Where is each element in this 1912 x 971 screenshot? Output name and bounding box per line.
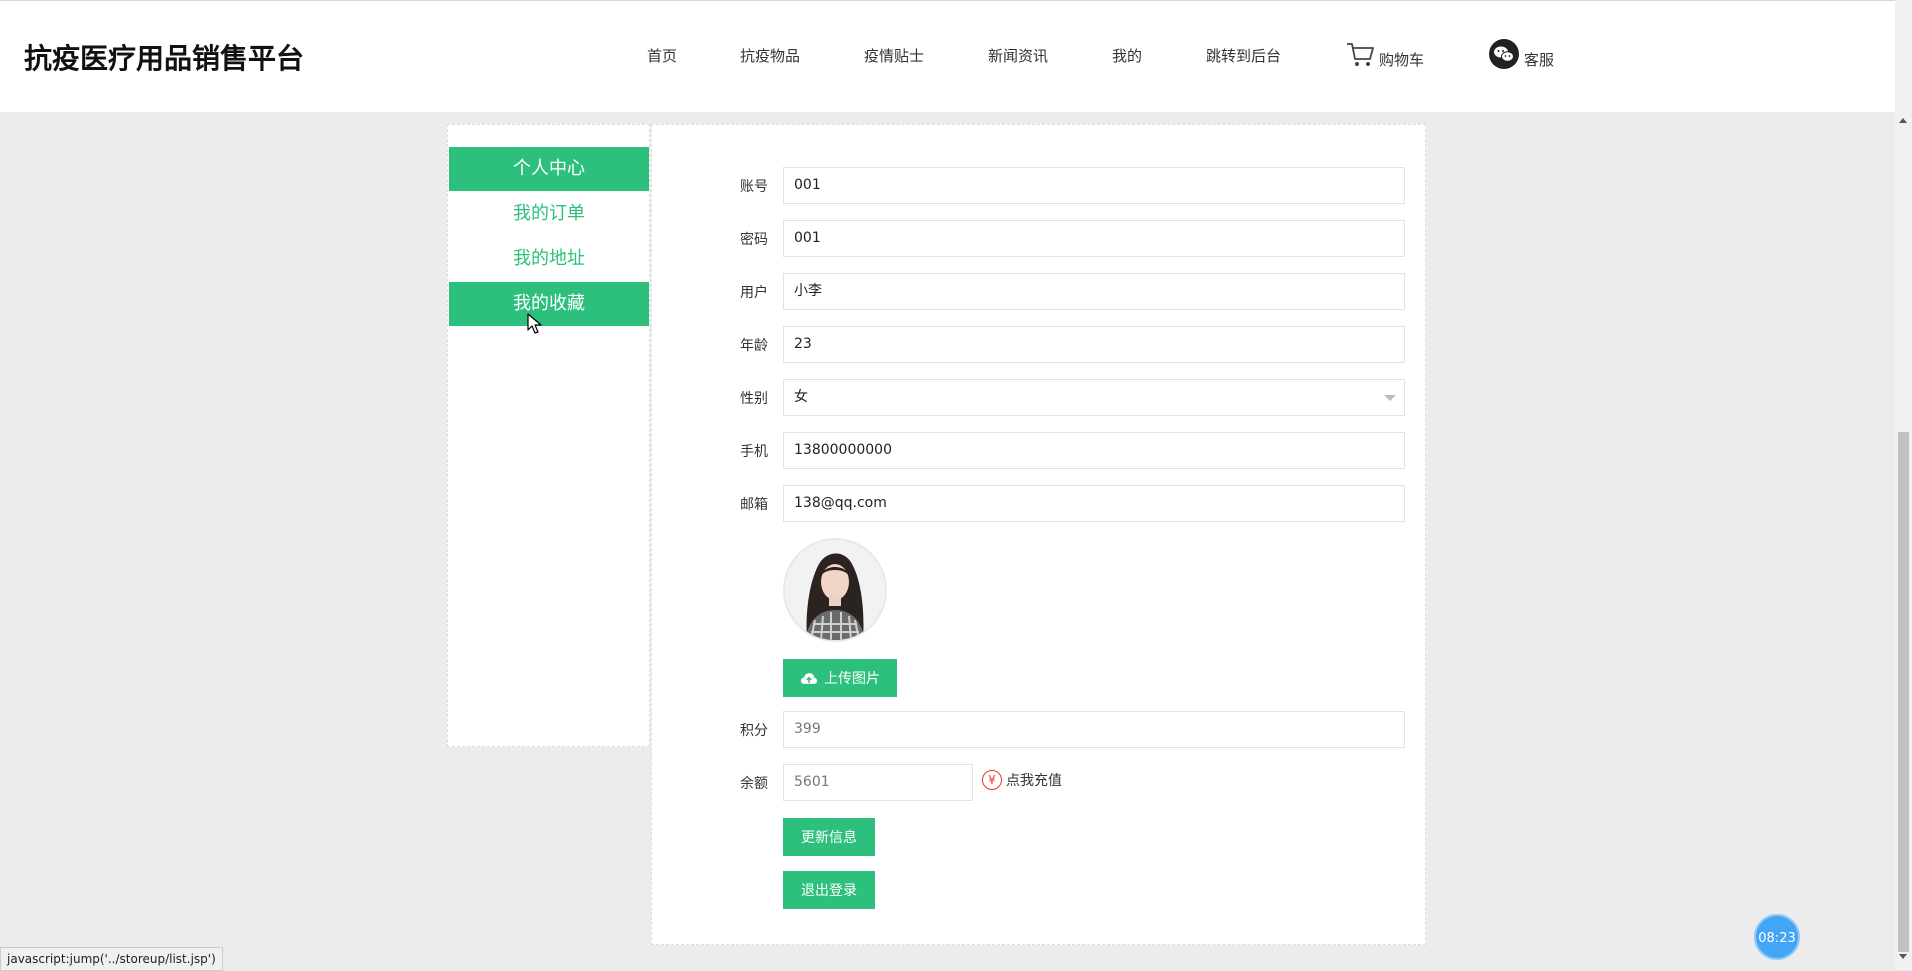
avatar bbox=[783, 538, 887, 642]
password-label: 密码 bbox=[740, 232, 768, 248]
password-field[interactable]: 001 bbox=[783, 220, 1405, 257]
nav-home[interactable]: 首页 bbox=[647, 45, 677, 66]
age-field[interactable]: 23 bbox=[783, 326, 1405, 363]
phone-field[interactable]: 13800000000 bbox=[783, 432, 1405, 469]
cloud-upload-icon bbox=[800, 672, 818, 684]
account-field[interactable]: 001 bbox=[783, 167, 1405, 204]
nav-news[interactable]: 新闻资讯 bbox=[988, 45, 1048, 66]
nav-admin[interactable]: 跳转到后台 bbox=[1206, 45, 1281, 66]
cart-icon bbox=[1347, 42, 1374, 66]
gender-value: 女 bbox=[794, 389, 808, 405]
wechat-icon bbox=[1489, 38, 1519, 69]
sidebar-item-favorites[interactable]: 我的收藏 bbox=[449, 282, 649, 326]
scroll-up-arrow-icon[interactable] bbox=[1899, 118, 1907, 123]
site-title: 抗疫医疗用品销售平台 bbox=[24, 42, 305, 75]
update-info-button[interactable]: 更新信息 bbox=[783, 818, 875, 856]
avatar-image bbox=[785, 540, 885, 640]
points-label: 积分 bbox=[740, 723, 768, 739]
nav-cart[interactable]: 购物车 bbox=[1345, 39, 1424, 70]
recharge-label: 点我充值 bbox=[1006, 773, 1062, 789]
scroll-thumb[interactable] bbox=[1898, 432, 1909, 952]
upload-image-label: 上传图片 bbox=[824, 671, 880, 687]
username-label: 用户 bbox=[740, 285, 768, 301]
nav-service[interactable]: 客服 bbox=[1488, 37, 1554, 70]
sidebar: 个人中心 我的订单 我的地址 我的收藏 bbox=[447, 124, 650, 747]
timer-badge[interactable]: 08:23 bbox=[1754, 914, 1800, 960]
account-label: 账号 bbox=[740, 179, 768, 195]
age-label: 年龄 bbox=[740, 338, 768, 354]
chevron-down-icon bbox=[1384, 395, 1396, 401]
mouse-cursor-icon bbox=[527, 313, 542, 334]
yen-icon: ¥ bbox=[982, 770, 1002, 790]
nav-mine[interactable]: 我的 bbox=[1112, 45, 1142, 66]
nav-service-label: 客服 bbox=[1524, 51, 1555, 69]
phone-label: 手机 bbox=[740, 444, 768, 460]
browser-status-bar: javascript:jump('../storeup/list.jsp') bbox=[0, 947, 223, 971]
gender-select[interactable]: 女 bbox=[783, 379, 1405, 416]
sidebar-item-orders[interactable]: 我的订单 bbox=[449, 192, 649, 236]
upload-image-button[interactable]: 上传图片 bbox=[783, 659, 897, 697]
gender-label: 性别 bbox=[740, 391, 768, 407]
email-label: 邮箱 bbox=[740, 497, 768, 513]
top-header: 抗疫医疗用品销售平台 首页 抗疫物品 疫情贴士 新闻资讯 我的 跳转到后台 购物… bbox=[0, 0, 1895, 112]
balance-label: 余额 bbox=[740, 776, 768, 792]
nav-tips[interactable]: 疫情贴士 bbox=[864, 45, 924, 66]
nav-cart-label: 购物车 bbox=[1379, 51, 1425, 69]
email-field[interactable]: 138@qq.com bbox=[783, 485, 1405, 522]
sidebar-item-address[interactable]: 我的地址 bbox=[449, 237, 649, 281]
sidebar-item-personal-center[interactable]: 个人中心 bbox=[449, 147, 649, 191]
scroll-down-arrow-icon[interactable] bbox=[1899, 954, 1907, 959]
balance-field: 5601 bbox=[783, 764, 973, 801]
page-scrollbar[interactable] bbox=[1895, 0, 1912, 970]
username-field[interactable]: 小李 bbox=[783, 273, 1405, 310]
recharge-link[interactable]: ¥ 点我充值 bbox=[982, 770, 1062, 790]
nav-goods[interactable]: 抗疫物品 bbox=[740, 45, 800, 66]
logout-button[interactable]: 退出登录 bbox=[783, 871, 875, 909]
points-field: 399 bbox=[783, 711, 1405, 748]
